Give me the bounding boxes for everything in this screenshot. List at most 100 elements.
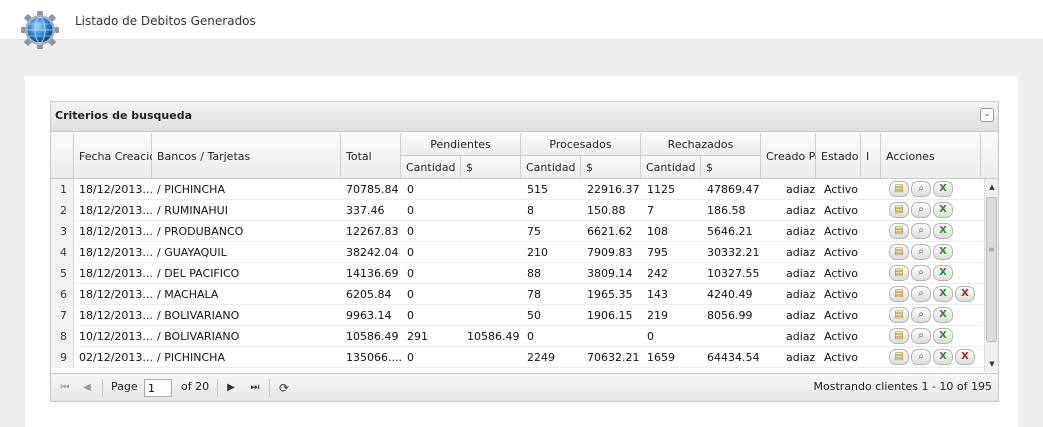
- col-header-pend-cantidad[interactable]: Cantidad: [401, 156, 461, 179]
- view-icon[interactable]: ▤: [889, 307, 909, 323]
- cell-fecha: 18/12/2013...: [79, 183, 152, 196]
- col-header-i[interactable]: I: [861, 133, 881, 179]
- cell-rech-cantidad: 108: [647, 225, 668, 238]
- view-icon[interactable]: ▤: [889, 265, 909, 281]
- search-icon[interactable]: ⌕: [911, 328, 931, 344]
- table-row[interactable]: 4 18/12/2013... / GUAYAQUIL 38242.04 0 210 790…: [51, 242, 983, 263]
- grid-title-bar: Criterios de busqueda ⌄: [51, 102, 998, 132]
- paging-status: Mostrando clientes 1 - 10 of 195: [813, 380, 992, 393]
- view-icon[interactable]: ▤: [889, 349, 909, 365]
- col-header-rech-valor[interactable]: $: [701, 156, 761, 179]
- table-row[interactable]: 2 18/12/2013... / RUMINAHUI 337.46 0 8 150.88 7…: [51, 200, 983, 221]
- last-page-icon[interactable]: ⏭: [247, 380, 263, 396]
- cell-rech-cantidad: 143: [647, 288, 668, 301]
- excel-delete-icon[interactable]: X: [955, 349, 975, 365]
- first-page-icon[interactable]: ⏮: [57, 380, 73, 396]
- col-group-procesados-label: Procesados: [549, 138, 612, 151]
- row-number: 7: [51, 305, 74, 326]
- search-icon[interactable]: ⌕: [911, 181, 931, 197]
- table-row-partial[interactable]: [51, 368, 983, 372]
- page-label: Page: [111, 380, 138, 393]
- col-header-scroll-spacer: [981, 133, 998, 179]
- cell-pend-cantidad: 0: [407, 288, 414, 301]
- search-icon[interactable]: ⌕: [911, 286, 931, 302]
- excel-icon[interactable]: X: [933, 307, 953, 323]
- view-icon[interactable]: ▤: [889, 328, 909, 344]
- cell-proc-cantidad: 515: [527, 183, 548, 196]
- cell-pend-cantidad: 0: [407, 204, 414, 217]
- col-header-rech-cantidad-label: Cantidad: [646, 161, 696, 174]
- search-icon[interactable]: ⌕: [911, 265, 931, 281]
- table-row[interactable]: 9 02/12/2013... / PICHINCHA 135066.... 0 2249…: [51, 347, 983, 368]
- table-row[interactable]: 3 18/12/2013... / PRODUBANCO 12267.83 0 75 662…: [51, 221, 983, 242]
- vertical-scrollbar[interactable]: ▲ ≡ ▼: [984, 179, 998, 372]
- col-group-procesados: Procesados: [521, 133, 641, 156]
- col-header-proc-cantidad[interactable]: Cantidad: [521, 156, 581, 179]
- excel-icon[interactable]: X: [933, 202, 953, 218]
- col-group-rechazados: Rechazados: [641, 133, 761, 156]
- cell-rech-cantidad: 7: [647, 204, 654, 217]
- scrollbar-thumb[interactable]: [986, 197, 997, 342]
- table-row[interactable]: 1 18/12/2013... / PICHINCHA 70785.84 0 515 229…: [51, 179, 983, 200]
- view-icon[interactable]: ▤: [889, 244, 909, 260]
- view-icon[interactable]: ▤: [889, 223, 909, 239]
- cell-proc-cantidad: 8: [527, 204, 534, 217]
- next-page-icon[interactable]: ▶: [223, 380, 239, 396]
- cell-rech-valor: 47869.47: [707, 183, 760, 196]
- cell-estado: Activo: [824, 351, 858, 364]
- table-row[interactable]: 6 18/12/2013... / MACHALA 6205.84 0 78 1965.35…: [51, 284, 983, 305]
- col-header-fecha[interactable]: Fecha Creacion: [74, 133, 163, 179]
- view-icon[interactable]: ▤: [889, 181, 909, 197]
- col-header-rech-valor-label: $: [706, 161, 713, 174]
- cell-estado: Activo: [824, 183, 858, 196]
- scroll-up-icon[interactable]: ▲: [985, 181, 999, 193]
- search-icon[interactable]: ⌕: [911, 244, 931, 260]
- col-header-i-label: I: [866, 150, 870, 163]
- cell-pend-cantidad: 0: [407, 225, 414, 238]
- cell-rech-valor: 4240.49: [707, 288, 753, 301]
- view-icon[interactable]: ▤: [889, 202, 909, 218]
- cell-pend-valor: [467, 284, 521, 305]
- excel-icon[interactable]: X: [933, 244, 953, 260]
- col-header-bancos[interactable]: Bancos / Tarjetas: [152, 133, 341, 179]
- col-header-total-label: Total: [346, 150, 372, 163]
- page-number-input[interactable]: [144, 379, 172, 397]
- cell-rech-valor: 8056.99: [707, 309, 753, 322]
- col-header-creado-por[interactable]: Creado Por: [761, 133, 826, 179]
- row-number: 4: [51, 242, 74, 263]
- col-header-estado[interactable]: Estado: [816, 133, 861, 179]
- table-row[interactable]: 5 18/12/2013... / DEL PACIFICO 14136.69 0 88 3…: [51, 263, 983, 284]
- col-header-acciones[interactable]: Acciones: [881, 133, 981, 179]
- col-header-pend-cantidad-label: Cantidad: [406, 161, 456, 174]
- search-icon[interactable]: ⌕: [911, 223, 931, 239]
- search-icon[interactable]: ⌕: [911, 349, 931, 365]
- refresh-icon[interactable]: ⟳: [276, 380, 292, 396]
- excel-delete-icon[interactable]: X: [955, 286, 975, 302]
- cell-fecha: 18/12/2013...: [79, 267, 152, 280]
- col-header-acciones-label: Acciones: [886, 150, 935, 163]
- collapse-icon[interactable]: ⌄: [980, 108, 994, 122]
- search-icon[interactable]: ⌕: [911, 307, 931, 323]
- scroll-down-icon[interactable]: ▼: [985, 358, 999, 370]
- cell-creado-por: adiaz: [786, 246, 816, 259]
- page-title: Listado de Debitos Generados: [75, 14, 256, 28]
- col-header-proc-valor[interactable]: $: [581, 156, 641, 179]
- cell-proc-cantidad: 88: [527, 267, 541, 280]
- col-header-total[interactable]: Total: [341, 133, 401, 179]
- view-icon[interactable]: ▤: [889, 286, 909, 302]
- col-header-rech-cantidad[interactable]: Cantidad: [641, 156, 701, 179]
- excel-icon[interactable]: X: [933, 265, 953, 281]
- excel-icon[interactable]: X: [933, 223, 953, 239]
- cell-banco: / BOLIVARIANO: [157, 330, 240, 343]
- search-icon[interactable]: ⌕: [911, 202, 931, 218]
- table-row[interactable]: 7 18/12/2013... / BOLIVARIANO 9963.14 0 50 190…: [51, 305, 983, 326]
- table-row[interactable]: 8 10/12/2013... / BOLIVARIANO 10586.49 291 10…: [51, 326, 983, 347]
- excel-icon[interactable]: X: [933, 328, 953, 344]
- cell-proc-valor: 70632.21: [587, 351, 640, 364]
- excel-icon[interactable]: X: [933, 349, 953, 365]
- cell-fecha: 18/12/2013...: [79, 309, 152, 322]
- excel-icon[interactable]: X: [933, 286, 953, 302]
- excel-icon[interactable]: X: [933, 181, 953, 197]
- prev-page-icon[interactable]: ◀: [79, 380, 95, 396]
- col-header-pend-valor[interactable]: $: [461, 156, 521, 179]
